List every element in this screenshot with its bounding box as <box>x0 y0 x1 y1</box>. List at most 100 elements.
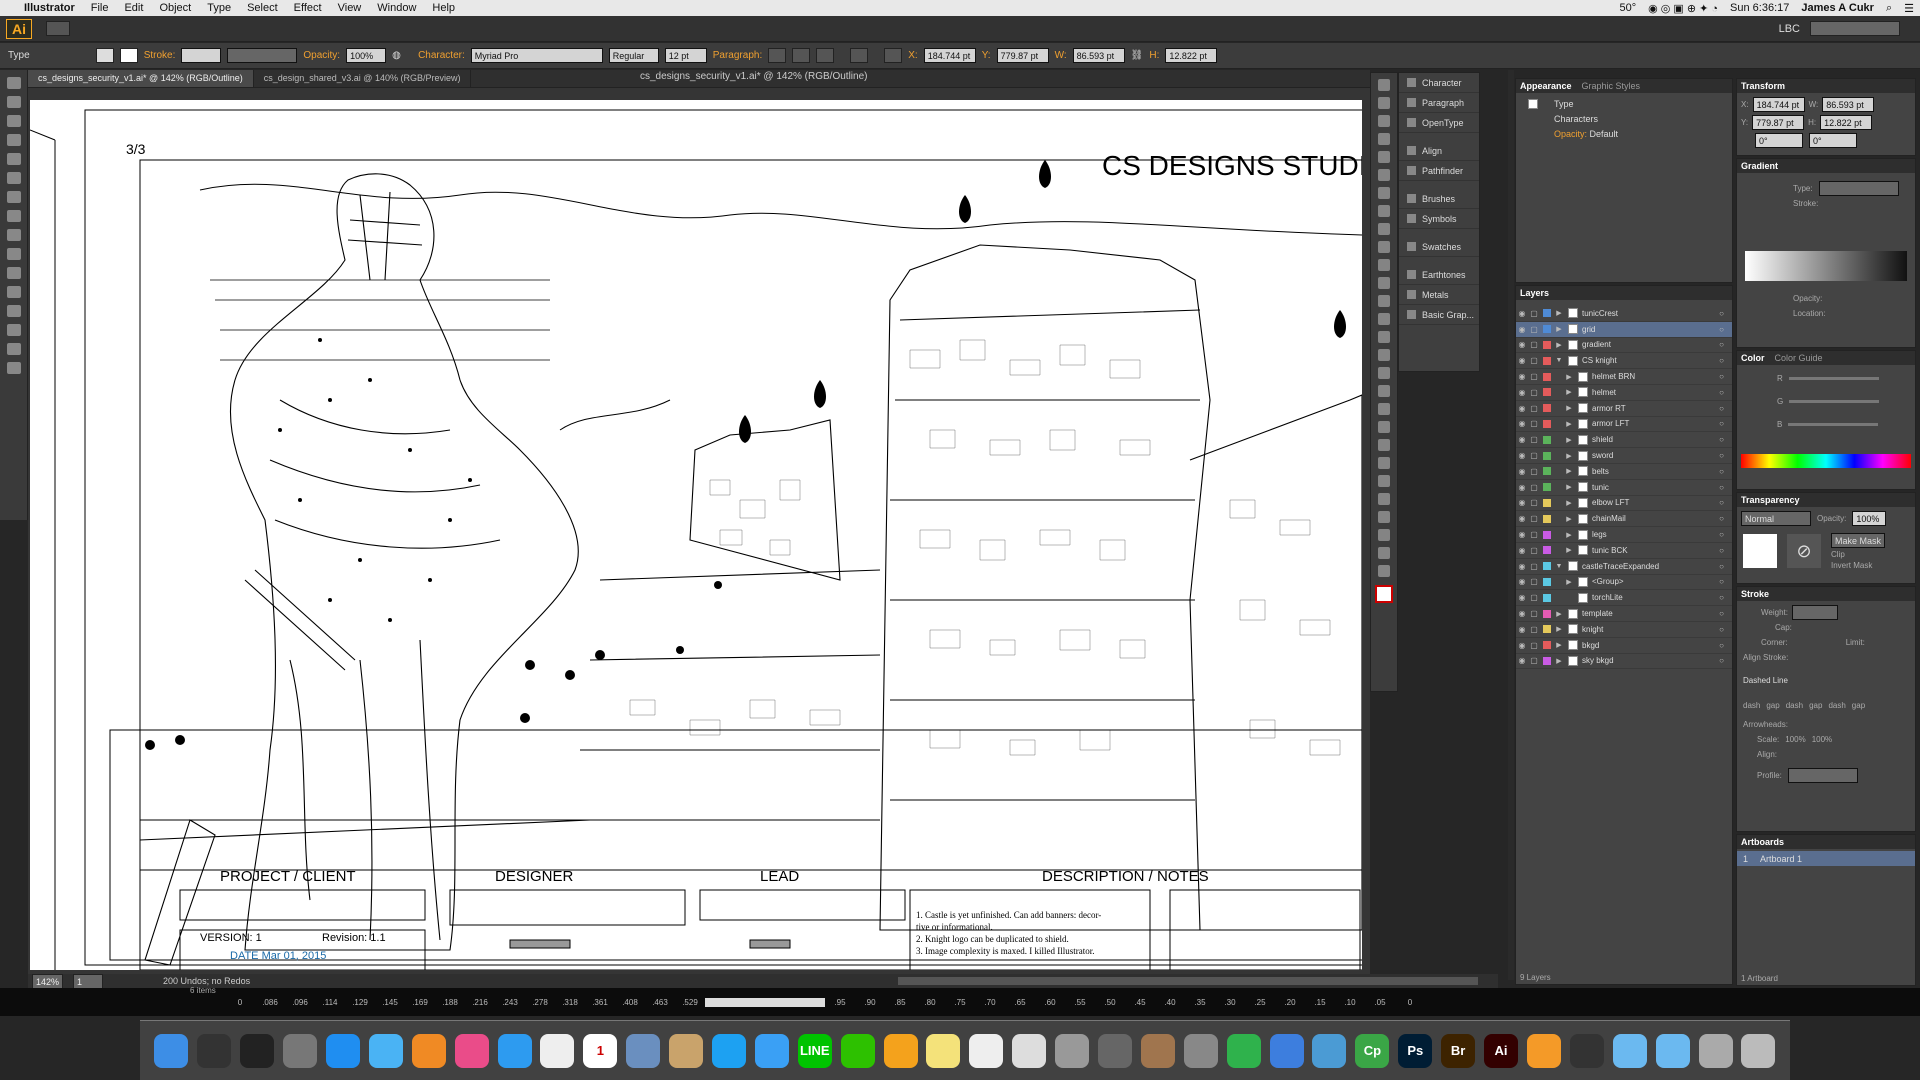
expand-icon[interactable]: ▶ <box>1564 578 1574 586</box>
transform-x-field[interactable]: 184.744 pt <box>1752 97 1805 112</box>
fill-swatch[interactable] <box>95 48 114 63</box>
variable-width-field[interactable] <box>227 48 298 63</box>
tool-icon[interactable] <box>6 343 21 355</box>
reference-point-icon[interactable] <box>884 48 903 63</box>
magic-wand-icon[interactable] <box>1378 115 1390 127</box>
target-icon[interactable]: ○ <box>1719 309 1724 318</box>
invert-mask-checkbox[interactable]: Invert Mask <box>1831 561 1885 570</box>
lock-icon[interactable]: ▢ <box>1528 325 1540 334</box>
menu-item-effect[interactable]: Effect <box>286 2 330 14</box>
eyedropper-icon[interactable] <box>1378 439 1390 451</box>
menu-item-object[interactable]: Object <box>151 2 199 14</box>
rotate-icon[interactable] <box>1378 295 1390 307</box>
mini-panel-metals[interactable]: Metals <box>1399 285 1479 305</box>
stroke-weight-input[interactable] <box>1791 605 1838 620</box>
font-family-field[interactable]: Myriad Pro <box>470 48 603 63</box>
perspective-icon[interactable] <box>1378 385 1390 397</box>
layer-row[interactable]: ◉ ▢ ▶ belts ○ <box>1516 464 1732 480</box>
tab-security-doc[interactable]: cs_designs_security_v1.ai* @ 142% (RGB/O… <box>28 70 254 87</box>
layer-row[interactable]: ◉ ▢ ▶ grid ○ <box>1516 321 1732 338</box>
rotate-field[interactable]: 0° <box>1755 133 1803 148</box>
target-icon[interactable]: ○ <box>1719 625 1724 634</box>
menu-item-file[interactable]: File <box>83 2 117 14</box>
lock-icon[interactable]: ▢ <box>1528 656 1540 665</box>
layer-row[interactable]: ◉ ▢ torchLite ○ <box>1516 590 1732 607</box>
eye-icon[interactable]: ◉ <box>1516 514 1528 523</box>
dock-books-icon[interactable] <box>411 1033 446 1068</box>
align-right-button[interactable] <box>816 48 835 63</box>
studio-title[interactable]: CS DESIGNS STUDIOS <box>1102 150 1362 182</box>
lock-icon[interactable]: ▢ <box>1528 340 1540 349</box>
revision-text[interactable]: Revision: 1.1 <box>322 932 386 944</box>
line-icon[interactable] <box>1378 187 1390 199</box>
dock-fireworks-icon[interactable] <box>1312 1033 1347 1068</box>
eye-icon[interactable]: ◉ <box>1516 546 1528 555</box>
arrange-documents-icon[interactable] <box>46 21 70 36</box>
dock-reminders-icon[interactable] <box>540 1033 575 1068</box>
align-objects-button[interactable] <box>850 48 869 63</box>
expand-icon[interactable]: ▶ <box>1564 436 1574 444</box>
dock-notes-icon[interactable] <box>669 1033 704 1068</box>
lock-icon[interactable]: ▢ <box>1528 372 1540 381</box>
dock-twitter-icon[interactable] <box>712 1033 747 1068</box>
transform-title[interactable]: Transform <box>1741 81 1785 91</box>
date-text[interactable]: DATE Mar 01, 2015 <box>230 950 326 962</box>
y-field[interactable]: 779.87 pt <box>996 48 1049 63</box>
menu-item-type[interactable]: Type <box>199 2 239 14</box>
eye-icon[interactable]: ◉ <box>1516 356 1528 365</box>
dashed-line-checkbox[interactable]: Dashed Line <box>1743 676 1788 685</box>
appearance-type-row[interactable]: Type <box>1516 96 1732 111</box>
lock-icon[interactable]: ▢ <box>1528 419 1540 428</box>
target-icon[interactable]: ○ <box>1719 609 1724 618</box>
transform-y-field[interactable]: 779.87 pt <box>1752 115 1805 130</box>
note-1[interactable]: 1. Castle is yet unfinished. Can add ban… <box>916 910 1101 920</box>
gradient-icon[interactable] <box>1378 421 1390 433</box>
lock-icon[interactable]: ▢ <box>1528 641 1540 650</box>
eye-icon[interactable]: ◉ <box>1516 325 1528 334</box>
expand-icon[interactable]: ▶ <box>1564 546 1574 554</box>
lock-icon[interactable]: ▢ <box>1528 309 1540 318</box>
mini-panel-brushes[interactable]: Brushes <box>1399 189 1479 209</box>
stroke-title[interactable]: Stroke <box>1741 589 1769 599</box>
slice-icon[interactable] <box>1378 529 1390 541</box>
align-left-button[interactable] <box>768 48 787 63</box>
layer-row[interactable]: ◉ ▢ ▶ armor RT ○ <box>1516 401 1732 417</box>
profile-field[interactable] <box>1787 768 1858 783</box>
eraser-icon[interactable] <box>1378 259 1390 271</box>
scissors-icon[interactable] <box>1378 277 1390 289</box>
artboards-title[interactable]: Artboards <box>1741 837 1784 847</box>
direct-select-icon[interactable] <box>1378 97 1390 109</box>
lock-icon[interactable]: ▢ <box>1528 546 1540 555</box>
tool-icon[interactable] <box>6 229 21 241</box>
zoom-icon[interactable] <box>1378 565 1390 577</box>
blend-mode-field[interactable]: Normal <box>1741 511 1811 526</box>
dock-downloads-icon[interactable] <box>1698 1033 1733 1068</box>
target-icon[interactable]: ○ <box>1719 577 1724 586</box>
mini-panel-pathfinder[interactable]: Pathfinder <box>1399 161 1479 181</box>
eye-icon[interactable]: ◉ <box>1516 467 1528 476</box>
mesh-icon[interactable] <box>1378 403 1390 415</box>
gradient-ramp[interactable] <box>1745 251 1907 281</box>
dock-launchpad-icon[interactable] <box>283 1033 318 1068</box>
zoom-field[interactable]: 142% <box>32 973 64 989</box>
tool-icon[interactable] <box>6 286 21 298</box>
align-center-button[interactable] <box>792 48 811 63</box>
opacity-field[interactable]: 100% <box>346 48 387 63</box>
dock-camera-icon[interactable] <box>1055 1033 1090 1068</box>
symbol-sprayer-icon[interactable] <box>1378 475 1390 487</box>
menu-item-edit[interactable]: Edit <box>116 2 151 14</box>
eye-icon[interactable]: ◉ <box>1516 656 1528 665</box>
dock-stickies-icon[interactable] <box>926 1033 961 1068</box>
layer-row[interactable]: ◉ ▢ ▶ template ○ <box>1516 606 1732 622</box>
target-icon[interactable]: ○ <box>1719 483 1724 492</box>
scale-icon[interactable] <box>1378 313 1390 325</box>
layer-row[interactable]: ◉ ▢ ▶ tunic BCK ○ <box>1516 543 1732 559</box>
mini-panel-paragraph[interactable]: Paragraph <box>1399 93 1479 113</box>
layer-row[interactable]: ◉ ▢ ▶ gradient ○ <box>1516 338 1732 354</box>
font-size-field[interactable]: 12 pt <box>664 48 707 63</box>
make-mask-button[interactable]: Make Mask <box>1831 532 1886 548</box>
target-icon[interactable]: ○ <box>1719 514 1724 523</box>
dock-scanner-icon[interactable] <box>1098 1033 1133 1068</box>
type-icon[interactable] <box>1378 169 1390 181</box>
recolor-icon[interactable]: ◍ <box>392 50 412 61</box>
